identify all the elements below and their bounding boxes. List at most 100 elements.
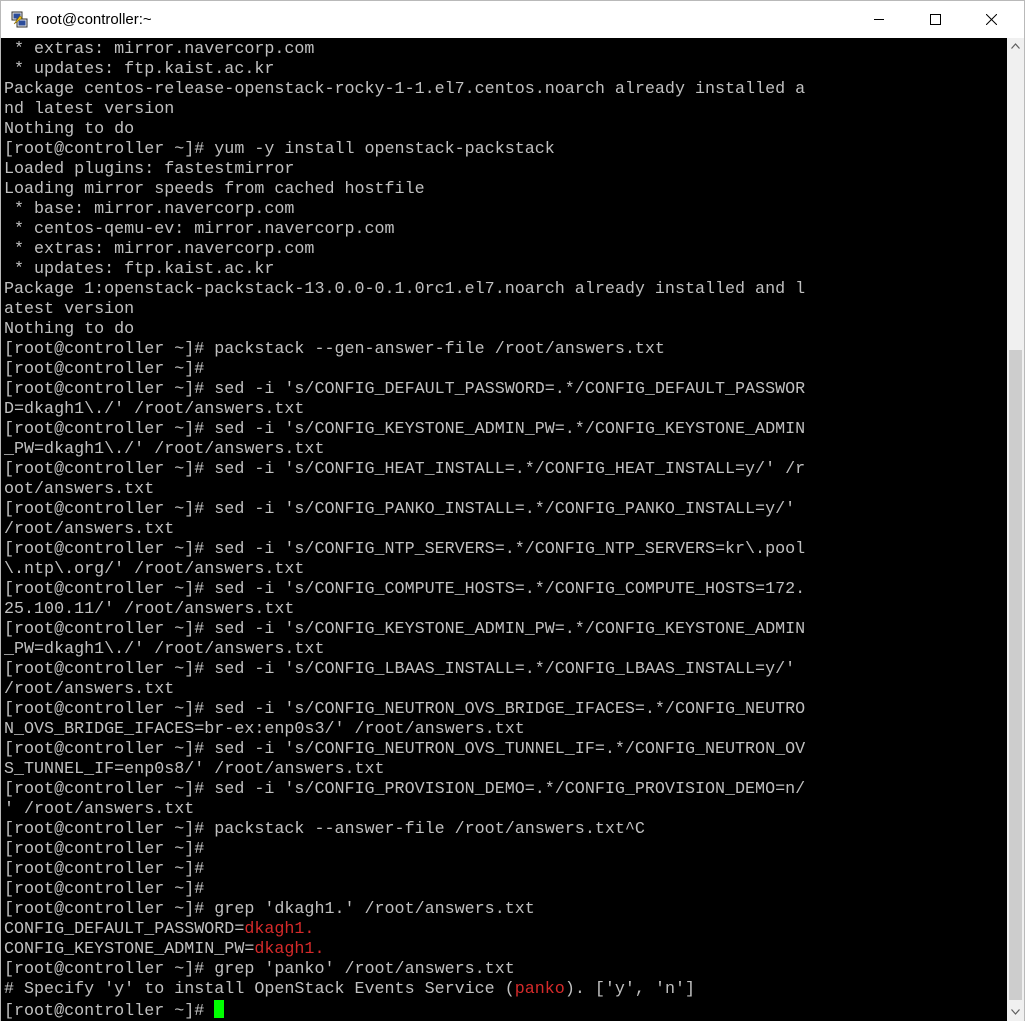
terminal-text-segment: [root@controller ~]# sed -i 's/CONFIG_CO… [4,580,806,599]
highlighted-match: panko [514,980,565,999]
terminal-text-segment: [root@controller ~]# [4,860,205,879]
scroll-up-button[interactable] [1007,38,1024,55]
terminal-text-segment: N_OVS_BRIDGE_IFACES=br-ex:enp0s3/' /root… [4,720,525,739]
terminal-text-segment: CONFIG_KEYSTONE_ADMIN_PW= [4,940,255,959]
terminal-text-segment: [root@controller ~]# sed -i 's/CONFIG_KE… [4,420,806,439]
terminal-line: Nothing to do [4,120,134,139]
close-icon [986,14,997,25]
terminal-line: * updates: ftp.kaist.ac.kr [4,260,274,279]
terminal-text-segment: _PW=dkagh1\./' /root/answers.txt [4,640,325,659]
terminal-text-segment: /root/answers.txt [4,520,175,539]
terminal-line: S_TUNNEL_IF=enp0s8/' /root/answers.txt [4,760,385,779]
terminal-text-segment: Package 1:openstack-packstack-13.0.0-0.1… [4,280,806,299]
terminal-line: ' /root/answers.txt [4,800,194,819]
terminal-line: [root@controller ~]# sed -i 's/CONFIG_LB… [4,660,795,679]
terminal-line: CONFIG_KEYSTONE_ADMIN_PW=dkagh1. [4,940,324,959]
terminal-line: Loaded plugins: fastestmirror [4,160,294,179]
terminal-text-segment: [root@controller ~]# [4,880,205,899]
terminal-text-segment: [root@controller ~]# sed -i 's/CONFIG_NE… [4,740,806,759]
terminal-text-segment: # Specify 'y' to install OpenStack Event… [4,980,515,999]
terminal-text-segment: [root@controller ~]# sed -i 's/CONFIG_NT… [4,540,806,559]
terminal-line: atest version [4,300,134,319]
terminal-text-segment: oot/answers.txt [4,480,155,499]
terminal-line: nd latest version [4,100,174,119]
terminal-line: [root@controller ~]# [4,840,204,859]
terminal-line: 25.100.11/' /root/answers.txt [4,600,294,619]
terminal-area[interactable]: * extras: mirror.navercorp.com * updates… [1,38,1007,1021]
terminal-line: [root@controller ~]# sed -i 's/CONFIG_KE… [4,620,805,639]
terminal-line: * extras: mirror.navercorp.com [4,40,314,59]
terminal-line: [root@controller ~]# [4,860,204,879]
terminal-line: [root@controller ~]# [4,880,204,899]
terminal-line: CONFIG_DEFAULT_PASSWORD=dkagh1. [4,920,314,939]
terminal-line: _PW=dkagh1\./' /root/answers.txt [4,640,324,659]
terminal-line: [root@controller ~]# [4,360,204,379]
terminal-line: # Specify 'y' to install OpenStack Event… [4,980,695,999]
terminal-text-segment: [root@controller ~]# grep 'dkagh1.' /roo… [4,900,535,919]
close-button[interactable] [969,1,1015,38]
terminal-line: [root@controller ~]# sed -i 's/CONFIG_HE… [4,460,805,479]
terminal-text-segment: S_TUNNEL_IF=enp0s8/' /root/answers.txt [4,760,385,779]
scroll-down-button[interactable] [1007,1004,1024,1021]
terminal-line: N_OVS_BRIDGE_IFACES=br-ex:enp0s3/' /root… [4,720,525,739]
terminal-line: oot/answers.txt [4,480,154,499]
terminal-output: * extras: mirror.navercorp.com * updates… [4,40,805,1021]
terminal-text-segment: Loaded plugins: fastestmirror [4,160,295,179]
maximize-icon [930,14,941,25]
terminal-line: [root@controller ~]# sed -i 's/CONFIG_DE… [4,380,805,399]
terminal-line: D=dkagh1\./' /root/answers.txt [4,400,304,419]
terminal-line: [root@controller ~]# packstack --gen-ans… [4,340,665,359]
terminal-text-segment: Package centos-release-openstack-rocky-1… [4,80,806,99]
terminal-text-segment: 25.100.11/' /root/answers.txt [4,600,295,619]
vertical-scrollbar[interactable] [1007,38,1024,1021]
minimize-button[interactable] [857,1,903,38]
terminal-line: Loading mirror speeds from cached hostfi… [4,180,425,199]
terminal-text-segment: * updates: ftp.kaist.ac.kr [4,260,275,279]
terminal-line: * extras: mirror.navercorp.com [4,240,314,259]
terminal-text-segment: Nothing to do [4,120,135,139]
terminal-text-segment: [root@controller ~]# yum -y install open… [4,140,555,159]
terminal-text-segment: ). ['y', 'n'] [564,980,695,999]
terminal-text-segment: [root@controller ~]# [4,840,205,859]
terminal-text-segment: nd latest version [4,100,175,119]
terminal-text-segment: CONFIG_DEFAULT_PASSWORD= [4,920,245,939]
terminal-text-segment: * updates: ftp.kaist.ac.kr [4,60,275,79]
terminal-text-segment: [root@controller ~]# packstack --answer-… [4,820,645,839]
terminal-line: [root@controller ~]# sed -i 's/CONFIG_PA… [4,500,795,519]
terminal-text-segment: ' /root/answers.txt [4,800,195,819]
terminal-line: Package centos-release-openstack-rocky-1… [4,80,805,99]
terminal-line: _PW=dkagh1\./' /root/answers.txt [4,440,324,459]
terminal-line: [root@controller ~]# grep 'dkagh1.' /roo… [4,900,535,919]
terminal-text-segment: [root@controller ~]# grep 'panko' /root/… [4,960,515,979]
terminal-text-segment: [root@controller ~]# [4,1002,215,1021]
terminal-line: [root@controller ~]# sed -i 's/CONFIG_NE… [4,700,805,719]
terminal-text-segment: /root/answers.txt [4,680,175,699]
highlighted-match: dkagh1. [244,920,315,939]
terminal-line: /root/answers.txt [4,680,174,699]
scroll-up-arrow-icon [1011,43,1020,49]
highlighted-match: dkagh1. [254,940,325,959]
terminal-line: Package 1:openstack-packstack-13.0.0-0.1… [4,280,805,299]
scrollbar-thumb[interactable] [1009,350,1022,1000]
terminal-line: [root@controller ~]# grep 'panko' /root/… [4,960,515,979]
terminal-line: Nothing to do [4,320,134,339]
terminal-text-segment: [root@controller ~]# sed -i 's/CONFIG_NE… [4,700,806,719]
terminal-text-segment: [root@controller ~]# packstack --gen-ans… [4,340,665,359]
terminal-line: [root@controller ~]# [4,1000,225,1021]
maximize-button[interactable] [913,1,959,38]
terminal-line: [root@controller ~]# sed -i 's/CONFIG_NT… [4,540,805,559]
terminal-line: /root/answers.txt [4,520,174,539]
terminal-text-segment: [root@controller ~]# sed -i 's/CONFIG_LB… [4,660,796,679]
terminal-text-segment: [root@controller ~]# [4,360,205,379]
terminal-text-segment: * centos-qemu-ev: mirror.navercorp.com [4,220,395,239]
terminal-text-segment: \.ntp\.org/' /root/answers.txt [4,560,305,579]
title-bar[interactable]: root@controller:~ [1,1,1024,38]
putty-icon [11,11,28,28]
terminal-text-segment: * extras: mirror.navercorp.com [4,240,315,259]
terminal-text-segment: [root@controller ~]# sed -i 's/CONFIG_HE… [4,460,806,479]
terminal-text-segment: atest version [4,300,135,319]
minimize-icon [874,19,884,20]
terminal-line: [root@controller ~]# yum -y install open… [4,140,555,159]
terminal-window: root@controller:~ * extras: mirror.naver… [0,0,1025,1021]
terminal-text-segment: * base: mirror.navercorp.com [4,200,295,219]
